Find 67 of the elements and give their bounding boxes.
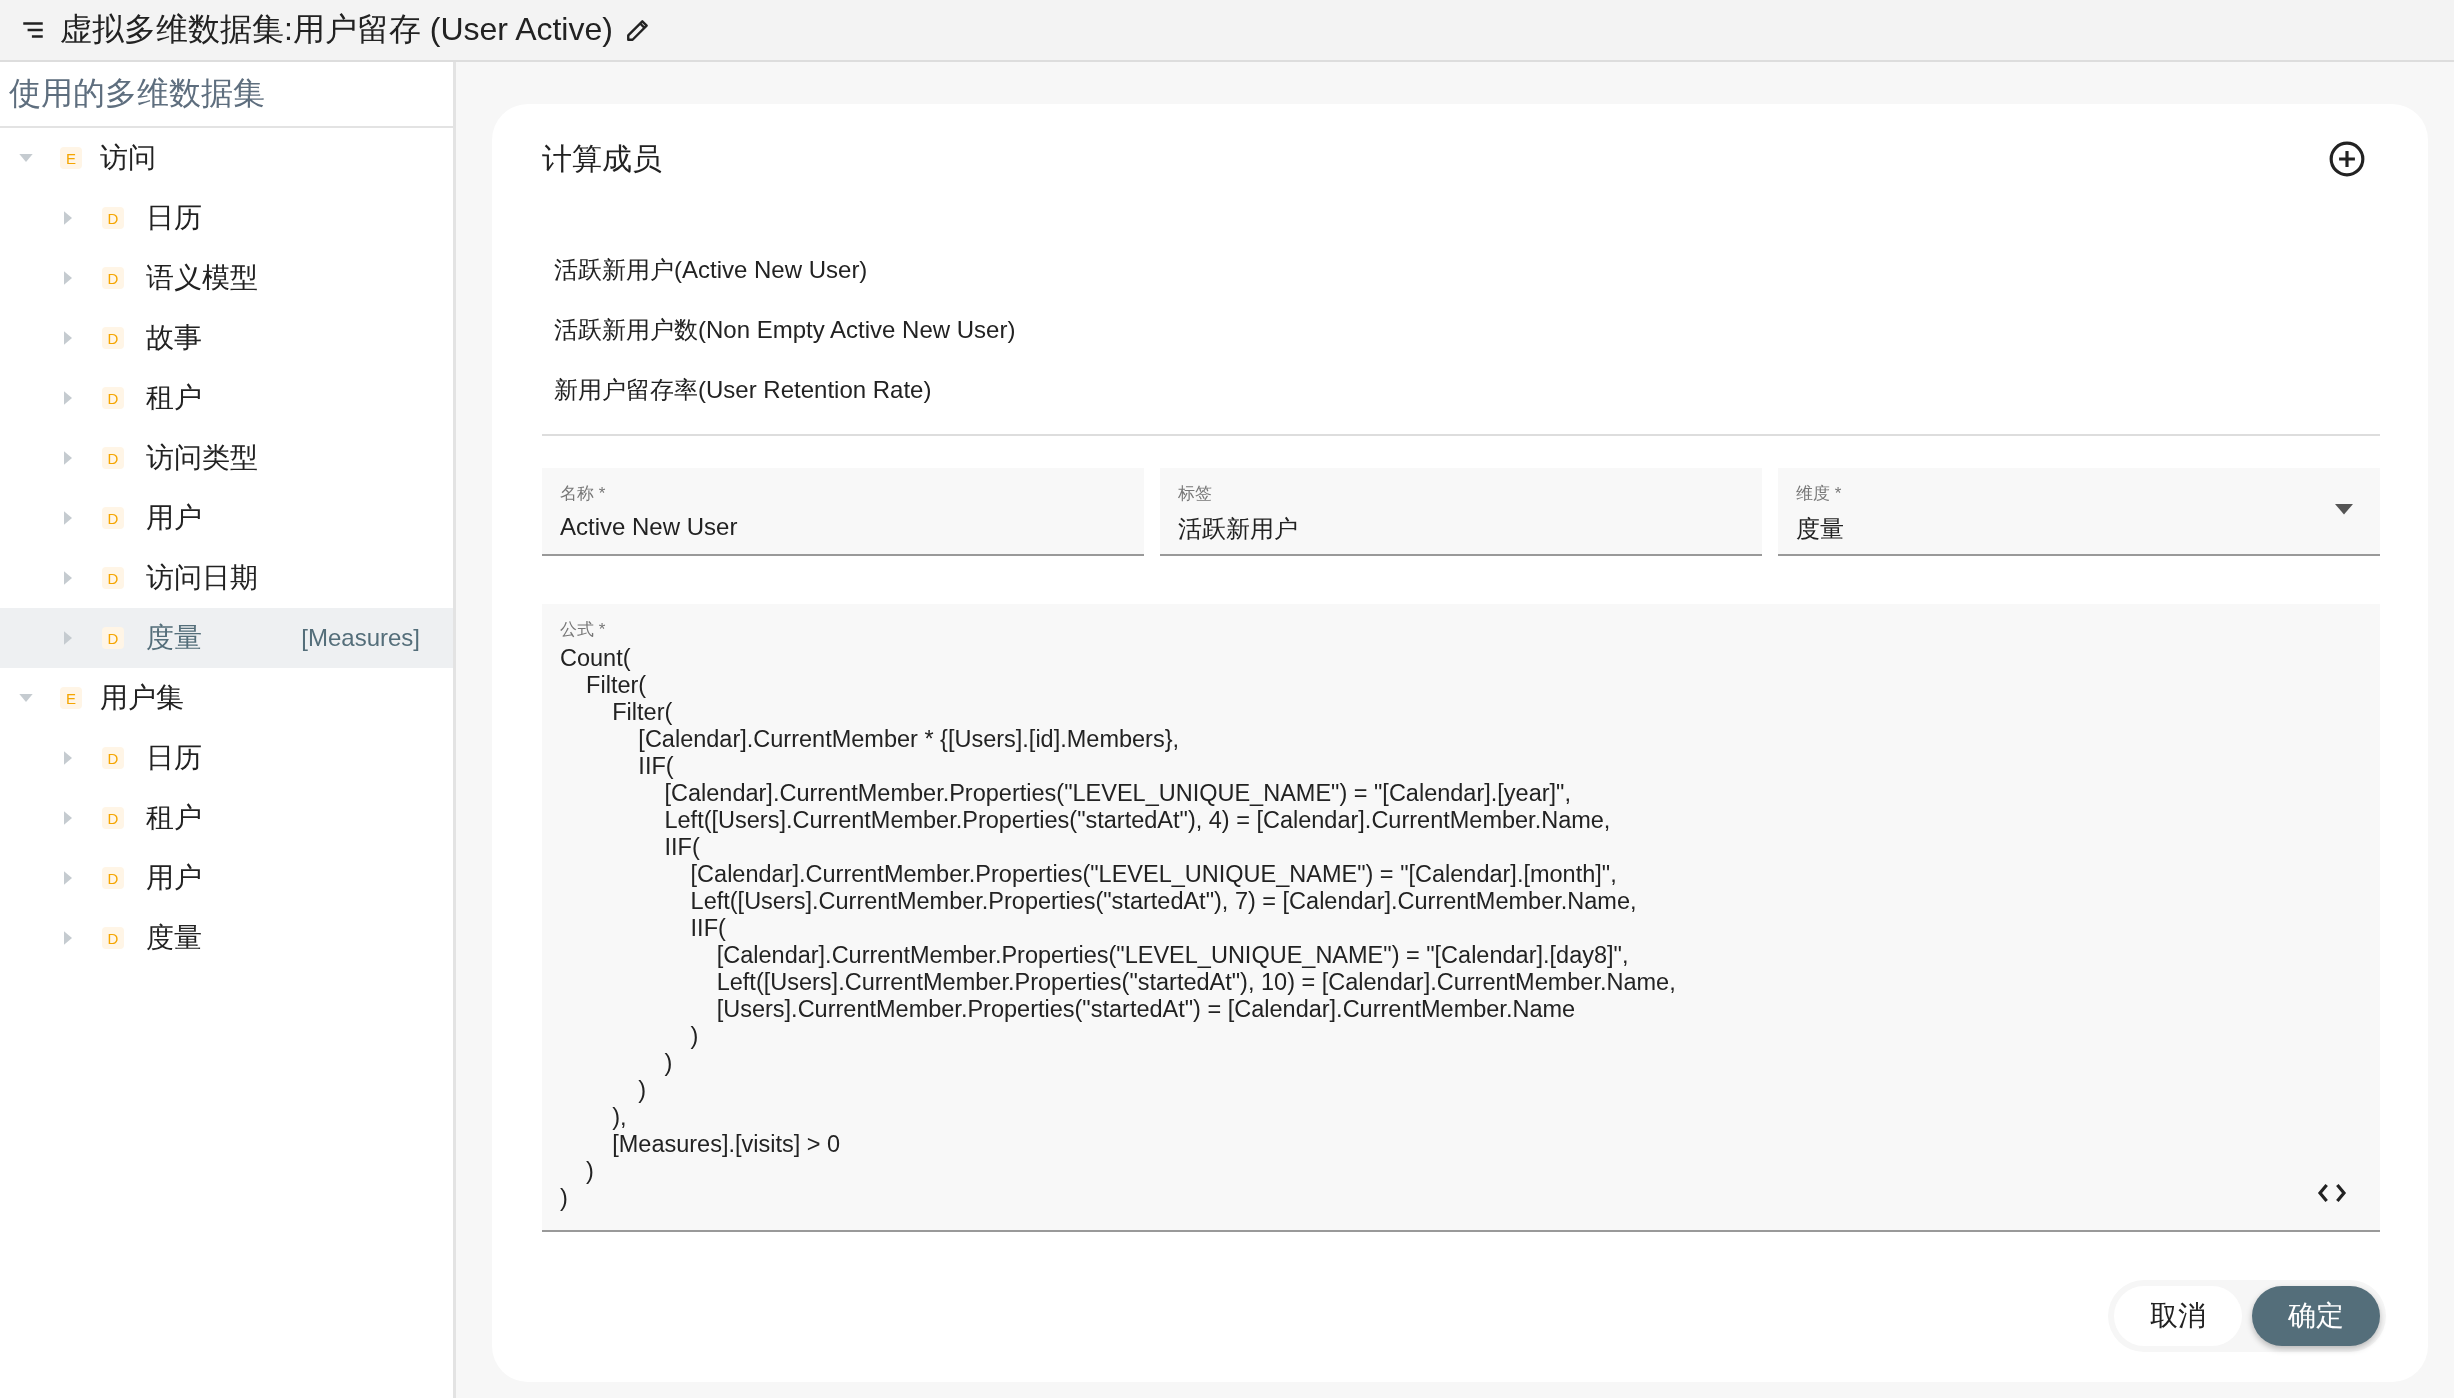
tree-item[interactable]: D 用户 xyxy=(0,488,453,548)
tree-label: 故事 xyxy=(146,321,202,355)
type-badge: D xyxy=(102,327,124,349)
tree-label: 访问日期 xyxy=(146,561,258,595)
tree-label: 用户 xyxy=(146,861,202,895)
add-icon[interactable] xyxy=(2328,140,2366,178)
dropdown-caret-icon[interactable] xyxy=(2334,504,2354,516)
page-title: 虚拟多维数据集:用户留存 (User Active) xyxy=(60,10,613,49)
tree-item[interactable]: D 租户 xyxy=(0,788,453,848)
type-badge: D xyxy=(102,507,124,529)
tree-label: 日历 xyxy=(146,201,202,235)
dimension-key: [Measures] xyxy=(301,624,420,652)
tree-item[interactable]: D 故事 xyxy=(0,308,453,368)
field-label: 名称 * xyxy=(560,483,607,505)
code-icon[interactable] xyxy=(2316,1182,2348,1204)
field-value: 度量 xyxy=(1796,514,1845,544)
type-badge: D xyxy=(102,927,124,949)
field-value: Active New User xyxy=(560,513,739,541)
cancel-button[interactable]: 取消 xyxy=(2114,1286,2242,1346)
type-badge: D xyxy=(102,387,124,409)
tree-item[interactable]: D 访问日期 xyxy=(0,548,453,608)
tree-item[interactable]: D 语义模型 xyxy=(0,248,453,308)
tree-item[interactable]: D 度量 [Measures] xyxy=(0,608,453,668)
type-badge: D xyxy=(102,447,124,469)
tree-item[interactable]: D 访问类型 xyxy=(0,428,453,488)
type-badge: D xyxy=(102,627,124,649)
type-badge: D xyxy=(102,267,124,289)
type-badge: D xyxy=(102,867,124,889)
tree-item[interactable]: D 度量 xyxy=(0,908,453,968)
field-value: 活跃新用户 xyxy=(1178,514,1299,544)
field-label: 公式 * xyxy=(560,619,607,641)
type-badge: E xyxy=(60,687,82,709)
member-item[interactable]: 新用户留存率(User Retention Rate) xyxy=(542,360,2380,420)
tree-item[interactable]: E 访问 xyxy=(0,128,453,188)
panel-title: 计算成员 xyxy=(542,140,662,177)
tree-item[interactable]: D 日历 xyxy=(0,728,453,788)
formula-text: Count( Filter( Filter( [Calendar].CurrentMember * {[Users].[id].Members}, IIF( [Calendar].CurrentMember.Properties("LEVEL_UNIQUE_NAME") = "[Calendar].[year]", Left([Users].CurrentMember.Properties("startedAt"), 4) = [Calendar].CurrentMember.Name, IIF( [Calendar].CurrentMember.Properties("LEVEL_UNIQUE_NAME") = "[Calendar].[month]", Left([Users].CurrentMember.Properties("startedAt"), 7) = [Calendar].CurrentMember.Name, IIF( [Calendar].CurrentMember.Properties("LEVEL_UNIQUE_NAME") = "[Calendar].[day8]", Left([Users].CurrentMember.Properties("startedAt"), 10) = [Calendar].CurrentMember.Name, [Users].CurrentMember.Properties("startedAt") = [Calendar].CurrentMember.Name ) ) ) ), [Measures].[visits] > 0 ) ) xyxy=(560,645,1676,1212)
edit-icon[interactable] xyxy=(624,17,651,43)
tree-item[interactable]: D 日历 xyxy=(0,188,453,248)
tree-item[interactable]: E 用户集 xyxy=(0,668,453,728)
type-badge: E xyxy=(60,147,82,169)
confirm-button[interactable]: 确定 xyxy=(2252,1286,2380,1346)
tree-label: 用户集 xyxy=(100,681,184,715)
tree-label: 访问类型 xyxy=(146,441,258,475)
input-field[interactable]: 名称 * Active New User xyxy=(542,468,1144,556)
member-item[interactable]: 活跃新用户(Active New User) xyxy=(542,240,2380,300)
tree-label: 度量 xyxy=(146,921,202,955)
field-label: 维度 * xyxy=(1796,483,1843,505)
type-badge: D xyxy=(102,747,124,769)
tree-item[interactable]: D 租户 xyxy=(0,368,453,428)
tree-label: 度量 xyxy=(146,621,202,655)
tree-label: 日历 xyxy=(146,741,202,775)
select-field[interactable]: 维度 * 度量 xyxy=(1778,468,2380,556)
tree-label: 访问 xyxy=(100,141,156,175)
type-badge: D xyxy=(102,567,124,589)
member-item[interactable]: 活跃新用户数(Non Empty Active New User) xyxy=(542,300,2380,360)
type-badge: D xyxy=(102,207,124,229)
input-field[interactable]: 标签 活跃新用户 xyxy=(1160,468,1762,556)
formula-field[interactable] xyxy=(542,604,2380,1232)
tree-label: 租户 xyxy=(146,801,202,835)
tree-label: 用户 xyxy=(146,501,202,535)
tree-label: 语义模型 xyxy=(146,261,258,295)
field-label: 标签 xyxy=(1178,483,1213,505)
tree-label: 租户 xyxy=(146,381,202,415)
type-badge: D xyxy=(102,807,124,829)
tree-item[interactable]: D 用户 xyxy=(0,848,453,908)
sidebar-title: 使用的多维数据集 xyxy=(0,62,453,128)
